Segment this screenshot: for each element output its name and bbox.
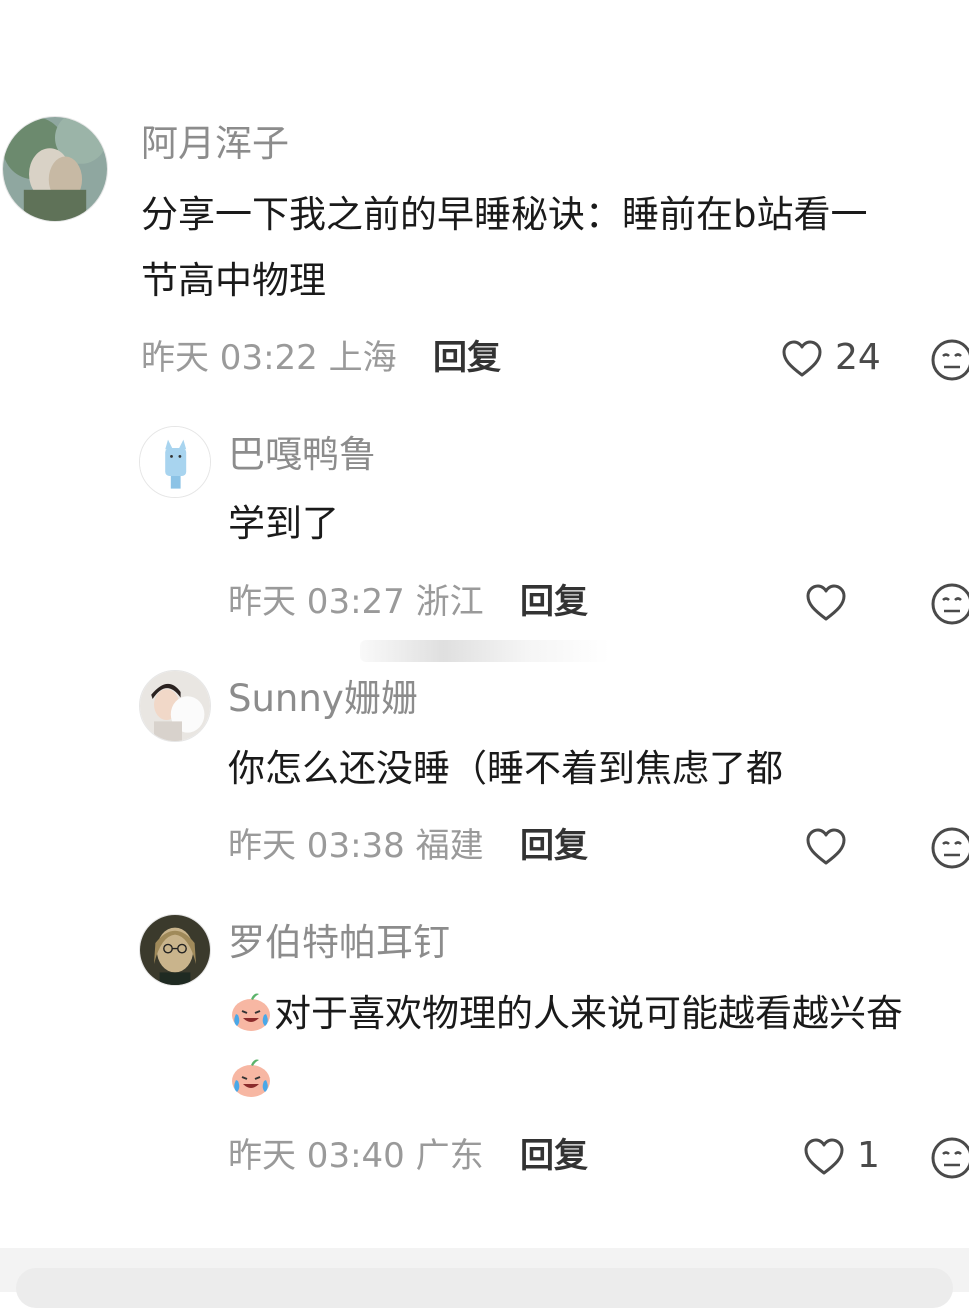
avatar[interactable] — [139, 670, 211, 742]
username[interactable]: Sunny姗姗 — [228, 677, 418, 721]
like-count: 24 — [835, 337, 881, 378]
comment-text-line-1: 对于喜欢物理的人来说可能越看越兴奋 — [228, 981, 903, 1047]
comment-input-field[interactable] — [16, 1268, 953, 1308]
heart-outline-icon[interactable] — [780, 337, 824, 381]
neutral-face-icon[interactable] — [930, 1136, 969, 1180]
neutral-face-icon[interactable] — [930, 826, 969, 870]
avatar-image — [140, 671, 210, 741]
comment-time-location: 昨天 03:38 福建 — [228, 826, 484, 866]
avatar[interactable] — [139, 914, 211, 986]
comment-text-line-2: 节高中物理 — [141, 259, 326, 302]
comment-text-line-2 — [228, 1047, 274, 1113]
like-count: 1 — [857, 1135, 880, 1176]
comment-text-line-1: 你怎么还没睡（睡不着到焦虑了都 — [228, 747, 783, 790]
comment-text-line-1: 分享一下我之前的早睡秘诀：睡前在b站看一 — [141, 193, 868, 236]
crying-laughing-peach-emoji — [228, 988, 274, 1034]
comment-time-location: 昨天 03:40 广东 — [228, 1136, 484, 1176]
username[interactable]: 阿月浑子 — [141, 122, 289, 166]
comment-text: 对于喜欢物理的人来说可能越看越兴奋 — [274, 992, 903, 1035]
comment-time-location: 昨天 03:27 浙江 — [228, 582, 484, 622]
heart-outline-icon[interactable] — [804, 825, 848, 869]
username[interactable]: 巴嘎鸭鲁 — [228, 433, 376, 477]
heart-outline-icon[interactable] — [804, 581, 848, 625]
username[interactable]: 罗伯特帕耳钉 — [228, 921, 450, 965]
neutral-face-icon[interactable] — [930, 338, 969, 382]
bottom-input-bar — [0, 1248, 969, 1308]
heart-outline-icon[interactable] — [802, 1135, 846, 1179]
avatar[interactable] — [139, 426, 211, 498]
reply-button[interactable]: 回复 — [433, 336, 501, 380]
avatar-image — [140, 915, 210, 985]
comment-time-location: 昨天 03:22 上海 — [141, 338, 397, 378]
avatar-image — [140, 427, 210, 497]
reply-button[interactable]: 回复 — [520, 824, 588, 868]
reply-button[interactable]: 回复 — [520, 1134, 588, 1178]
crying-laughing-peach-emoji — [228, 1054, 274, 1100]
avatar-image — [3, 117, 107, 221]
avatar[interactable] — [2, 116, 108, 222]
comment-text-line-1: 学到了 — [228, 502, 339, 545]
neutral-face-icon[interactable] — [930, 582, 969, 626]
reply-button[interactable]: 回复 — [520, 580, 588, 624]
blurred-watermark — [360, 640, 610, 662]
